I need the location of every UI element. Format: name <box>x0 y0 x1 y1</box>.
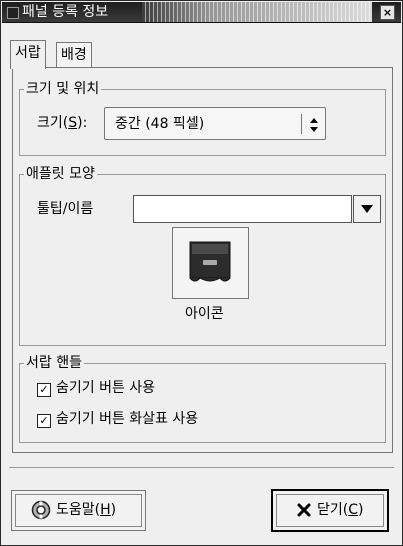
x-icon <box>297 503 311 517</box>
up-down-arrows-icon[interactable] <box>309 114 319 134</box>
size-position-frame: 크기 및 위치 크기(S): 중간 (48 픽셀) <box>19 80 386 156</box>
window-menu-icon[interactable] <box>7 7 19 19</box>
tab-page-drawer: 크기 및 위치 크기(S): 중간 (48 픽셀) 애플릿 모양 툴팁/이름 아… <box>12 67 393 453</box>
tooltip-name-label: 툴팁/이름 <box>37 201 94 217</box>
size-position-title: 크기 및 위치 <box>24 80 102 98</box>
drawer-icon <box>189 241 231 282</box>
hide-button-arrows-label[interactable]: 숨기기 버튼 화살표 사용 <box>56 410 198 428</box>
close-button[interactable]: 닫기(C) <box>271 489 389 532</box>
window-close-button[interactable]: × <box>380 5 395 20</box>
lifebuoy-icon <box>31 500 51 520</box>
hide-buttons-checkbox[interactable]: ✓ <box>37 383 51 397</box>
size-label: 크기(S): <box>37 115 88 131</box>
tab-drawer[interactable]: 서랍 <box>10 40 46 69</box>
size-value: 중간 (48 픽셀) <box>115 116 205 132</box>
size-spin-combo[interactable]: 중간 (48 픽셀) <box>104 107 326 140</box>
applet-appearance-title: 애플릿 모양 <box>24 165 97 183</box>
tooltip-dropdown-button[interactable] <box>353 195 381 223</box>
title-bar[interactable]: 패널 등록 정보 × <box>2 2 401 23</box>
window-title: 패널 등록 정보 <box>22 4 109 20</box>
triangle-down-icon <box>361 204 373 213</box>
hide-button-arrows-checkbox[interactable]: ✓ <box>37 414 51 428</box>
close-button-label: 닫기(C) <box>317 502 364 518</box>
button-area-separator <box>9 467 394 468</box>
icon-caption: 아이콘 <box>185 306 224 322</box>
hide-buttons-label[interactable]: 숨기기 버튼 사용 <box>56 379 155 397</box>
drawer-handle-title: 서랍 핸들 <box>24 354 84 372</box>
tab-background[interactable]: 배경 <box>56 42 92 68</box>
help-button[interactable]: 도움말(H) <box>11 490 146 531</box>
applet-appearance-frame: 애플릿 모양 툴팁/이름 아이콘 <box>19 165 386 346</box>
drawer-handle-frame: 서랍 핸들 ✓ 숨기기 버튼 사용 ✓ 숨기기 버튼 화살표 사용 <box>19 354 386 443</box>
help-button-label: 도움말(H) <box>56 502 117 518</box>
panel-properties-window: 패널 등록 정보 × 서랍 배경 크기 및 위치 크기(S): 중간 (48 픽… <box>0 0 403 546</box>
title-bar-decoration <box>142 2 372 22</box>
size-combo-separator <box>301 114 302 134</box>
tooltip-name-input[interactable] <box>133 195 352 223</box>
drawer-icon-button[interactable] <box>172 227 249 299</box>
